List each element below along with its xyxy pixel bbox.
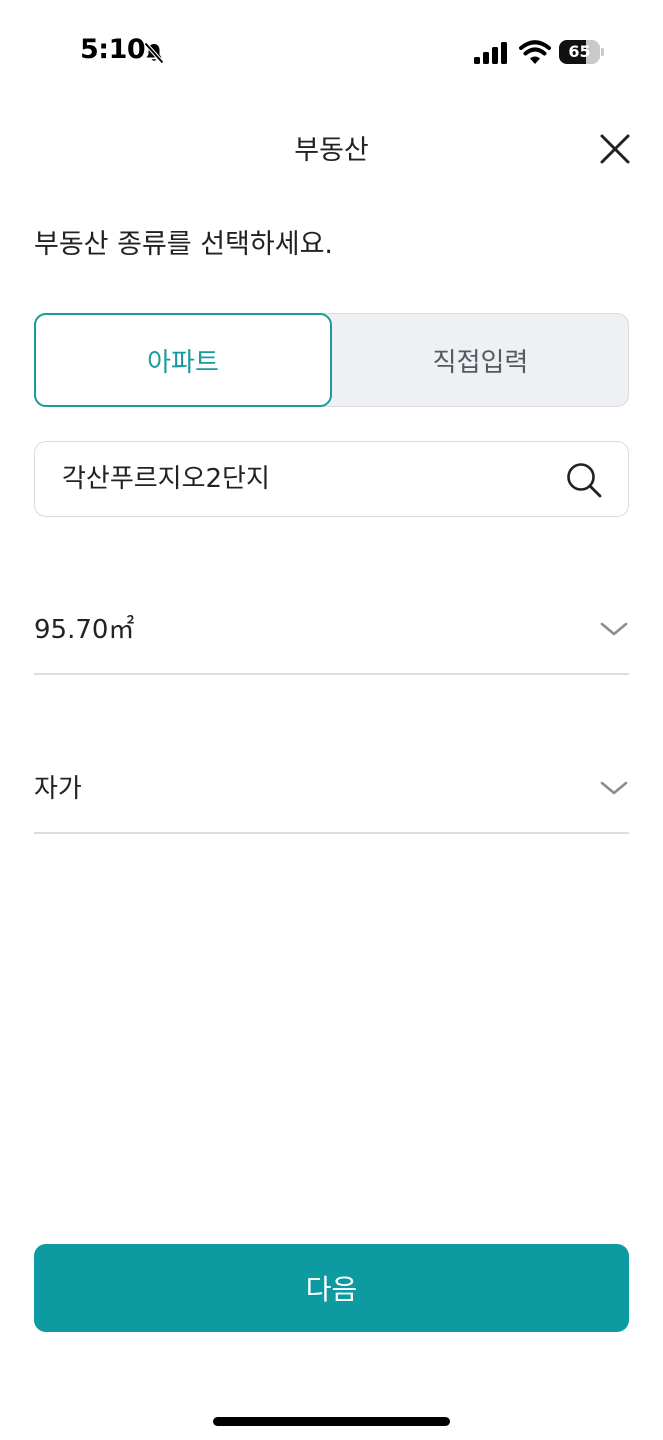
apartment-search-input[interactable]: 각산푸르지오2단지: [34, 441, 629, 517]
option-apartment[interactable]: 아파트: [34, 313, 332, 407]
property-type-selector: 아파트 직접입력: [34, 313, 629, 407]
chevron-down-icon: [600, 622, 628, 636]
option-apartment-label: 아파트: [147, 347, 219, 378]
battery-icon: 65: [559, 40, 605, 64]
bell-slash-icon: [144, 42, 164, 64]
page-title: 부동산: [294, 135, 369, 166]
ownership-select[interactable]: 자가: [34, 754, 629, 834]
option-manual-input-label: 직접입력: [432, 347, 529, 378]
wifi-icon: [519, 40, 551, 64]
close-icon[interactable]: [596, 130, 634, 168]
next-button-label: 다음: [305, 1273, 358, 1306]
next-button[interactable]: 다음: [34, 1244, 629, 1332]
ownership-select-value: 자가: [34, 774, 82, 804]
option-manual-input[interactable]: 직접입력: [332, 313, 629, 407]
cellular-signal-icon: [474, 42, 507, 64]
area-select-value: 95.70㎡: [34, 615, 135, 645]
area-select[interactable]: 95.70㎡: [34, 595, 629, 675]
instruction-text: 부동산 종류를 선택하세요.: [34, 229, 333, 260]
status-time: 5:10: [80, 34, 146, 65]
search-icon[interactable]: [565, 461, 603, 499]
status-bar: 5:10 65: [0, 0, 663, 100]
search-input-value: 각산푸르지오2단지: [62, 464, 270, 494]
battery-level: 65: [568, 42, 591, 61]
home-indicator[interactable]: [213, 1417, 450, 1426]
chevron-down-icon: [600, 781, 628, 795]
